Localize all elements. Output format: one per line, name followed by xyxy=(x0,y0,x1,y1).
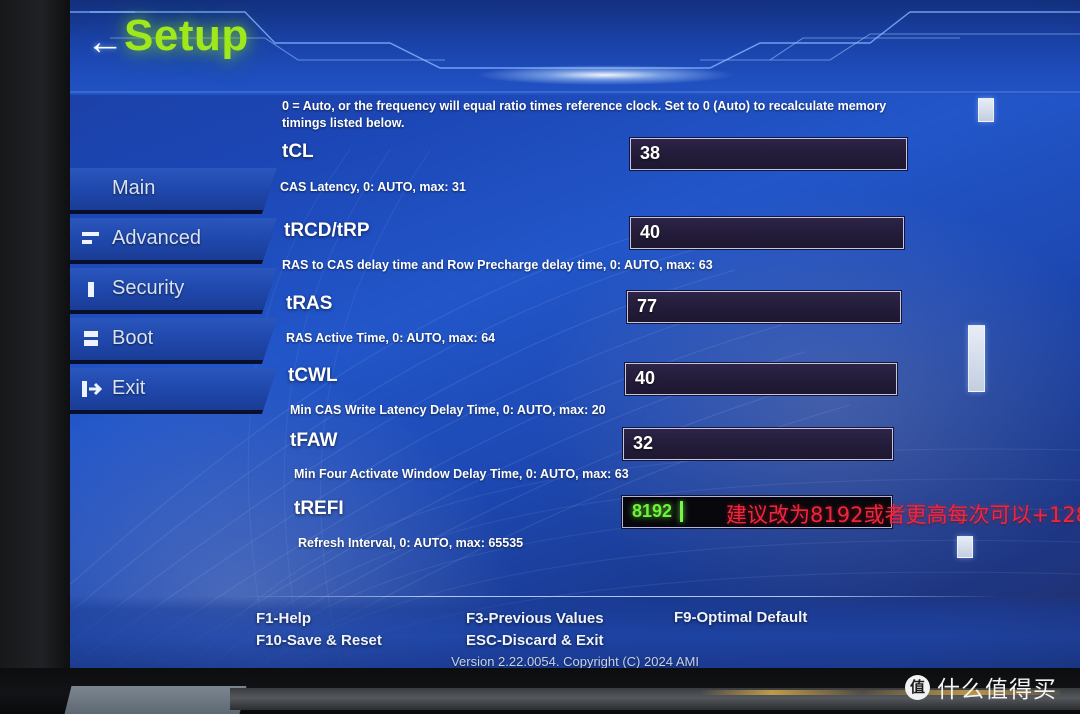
text-cursor xyxy=(680,501,683,522)
setting-label: tREFI xyxy=(294,498,344,519)
footer-divider xyxy=(240,596,1000,597)
bios-screen: ← Setup Main Advanced Security Boot Exit… xyxy=(70,0,1080,670)
hotkey-f1[interactable]: F1-Help xyxy=(256,610,311,627)
watermark: 值 什么值得买 xyxy=(905,670,1057,704)
header-glow xyxy=(440,62,770,88)
setting-help: Refresh Interval, 0: AUTO, max: 65535 xyxy=(298,536,524,550)
setting-value: 77 xyxy=(637,296,658,316)
footer-bar: F1-Help F10-Save & Reset F3-Previous Val… xyxy=(70,596,1080,670)
red-annotation: 建议改为8192或者更高每次可以+128 xyxy=(726,503,1080,527)
setting-input-tfaw[interactable]: 32 xyxy=(623,428,893,460)
settings-panel: 0 = Auto, or the frequency will equal ra… xyxy=(70,95,1080,595)
setting-value: 38 xyxy=(640,143,661,163)
setting-input-trcd-trp[interactable]: 40 xyxy=(630,217,904,249)
page-title: Setup xyxy=(124,11,249,60)
setting-label: tFAW xyxy=(290,430,338,451)
top-description: 0 = Auto, or the frequency will equal ra… xyxy=(282,99,887,130)
scrollbar-up-button[interactable] xyxy=(978,98,994,122)
setting-input-tcwl[interactable]: 40 xyxy=(625,363,897,395)
setting-help: RAS Active Time, 0: AUTO, max: 64 xyxy=(286,331,496,345)
setting-help: Min Four Activate Window Delay Time, 0: … xyxy=(294,467,629,481)
setting-input-tras[interactable]: 77 xyxy=(627,291,901,323)
setting-value: 32 xyxy=(633,433,654,453)
setting-label: tCWL xyxy=(288,365,338,386)
scrollbar-thumb[interactable] xyxy=(968,325,985,392)
scrollbar-down-button[interactable] xyxy=(957,536,973,558)
setting-label: tCL xyxy=(282,141,314,162)
setting-help: CAS Latency, 0: AUTO, max: 31 xyxy=(280,180,466,194)
hotkey-f3[interactable]: F3-Previous Values xyxy=(466,610,604,627)
setting-value: 8192 xyxy=(632,501,673,521)
setting-value: 40 xyxy=(640,222,661,242)
hotkey-f10[interactable]: F10-Save & Reset xyxy=(256,632,382,649)
setting-help: RAS to CAS delay time and Row Precharge … xyxy=(282,258,713,272)
header-band: ← Setup xyxy=(70,0,1080,95)
monitor-bezel-left xyxy=(0,0,70,672)
monitor-stand-left xyxy=(64,686,247,714)
watermark-logo-icon: 值 xyxy=(905,674,930,700)
setting-label: tRAS xyxy=(286,293,333,314)
version-text: Version 2.22.0054. Copyright (C) 2024 AM… xyxy=(451,654,699,669)
setting-label: tRCD/tRP xyxy=(284,220,370,241)
hotkey-esc[interactable]: ESC-Discard & Exit xyxy=(466,632,604,649)
setting-value: 40 xyxy=(635,368,656,388)
setting-input-tcl[interactable]: 38 xyxy=(630,138,907,170)
monitor-photo: ← Setup Main Advanced Security Boot Exit… xyxy=(0,0,1080,714)
watermark-text: 什么值得买 xyxy=(937,677,1057,703)
setting-help: Min CAS Write Latency Delay Time, 0: AUT… xyxy=(290,403,606,417)
hotkey-f9[interactable]: F9-Optimal Default xyxy=(674,609,807,626)
